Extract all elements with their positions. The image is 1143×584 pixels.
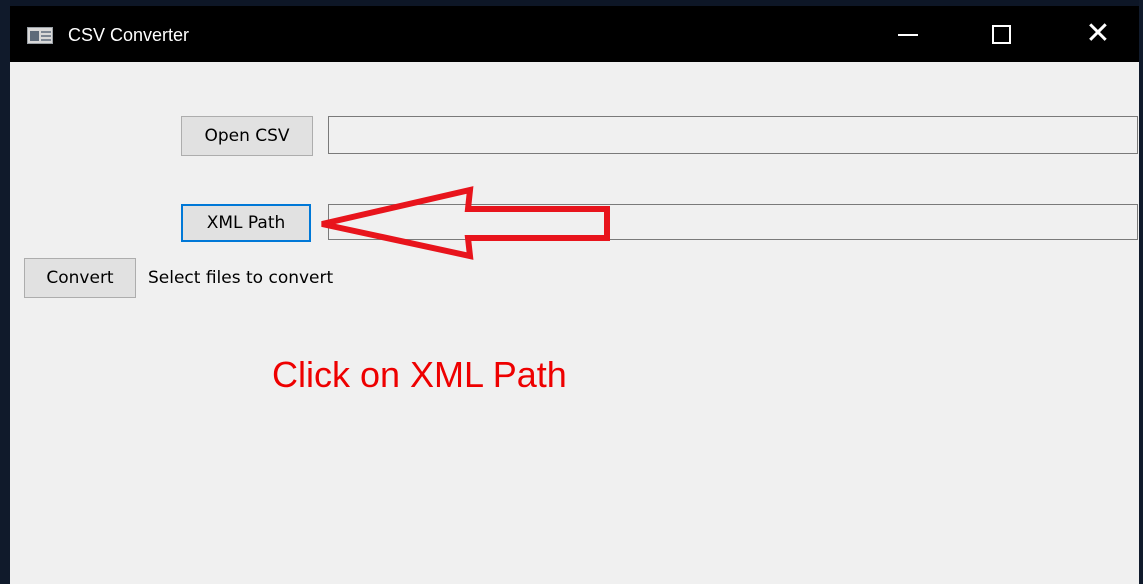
annotation-arrow-icon bbox=[321, 186, 610, 260]
app-icon bbox=[27, 27, 53, 44]
convert-button[interactable]: Convert bbox=[24, 258, 136, 298]
title-bar[interactable]: CSV Converter ✕ bbox=[10, 6, 1139, 62]
maximize-icon bbox=[991, 24, 1011, 44]
app-window: CSV Converter ✕ Open CSV XML Path Conver… bbox=[10, 6, 1139, 584]
status-label: Select files to convert bbox=[148, 268, 334, 288]
window-content: Open CSV XML Path Convert Select files t… bbox=[10, 62, 1139, 584]
annotation-text: Click on XML Path bbox=[272, 354, 567, 395]
minimize-icon bbox=[898, 34, 918, 36]
xml-path-button[interactable]: XML Path bbox=[181, 204, 311, 242]
close-button[interactable]: ✕ bbox=[1067, 6, 1129, 62]
desktop-background-left bbox=[0, 0, 10, 584]
minimize-button[interactable] bbox=[877, 6, 939, 62]
open-csv-button[interactable]: Open CSV bbox=[181, 116, 313, 156]
maximize-button[interactable] bbox=[970, 6, 1032, 62]
close-icon: ✕ bbox=[1085, 16, 1111, 51]
desktop-background-right bbox=[1139, 0, 1143, 584]
window-title: CSV Converter bbox=[68, 25, 190, 45]
csv-path-field[interactable] bbox=[328, 116, 1138, 154]
